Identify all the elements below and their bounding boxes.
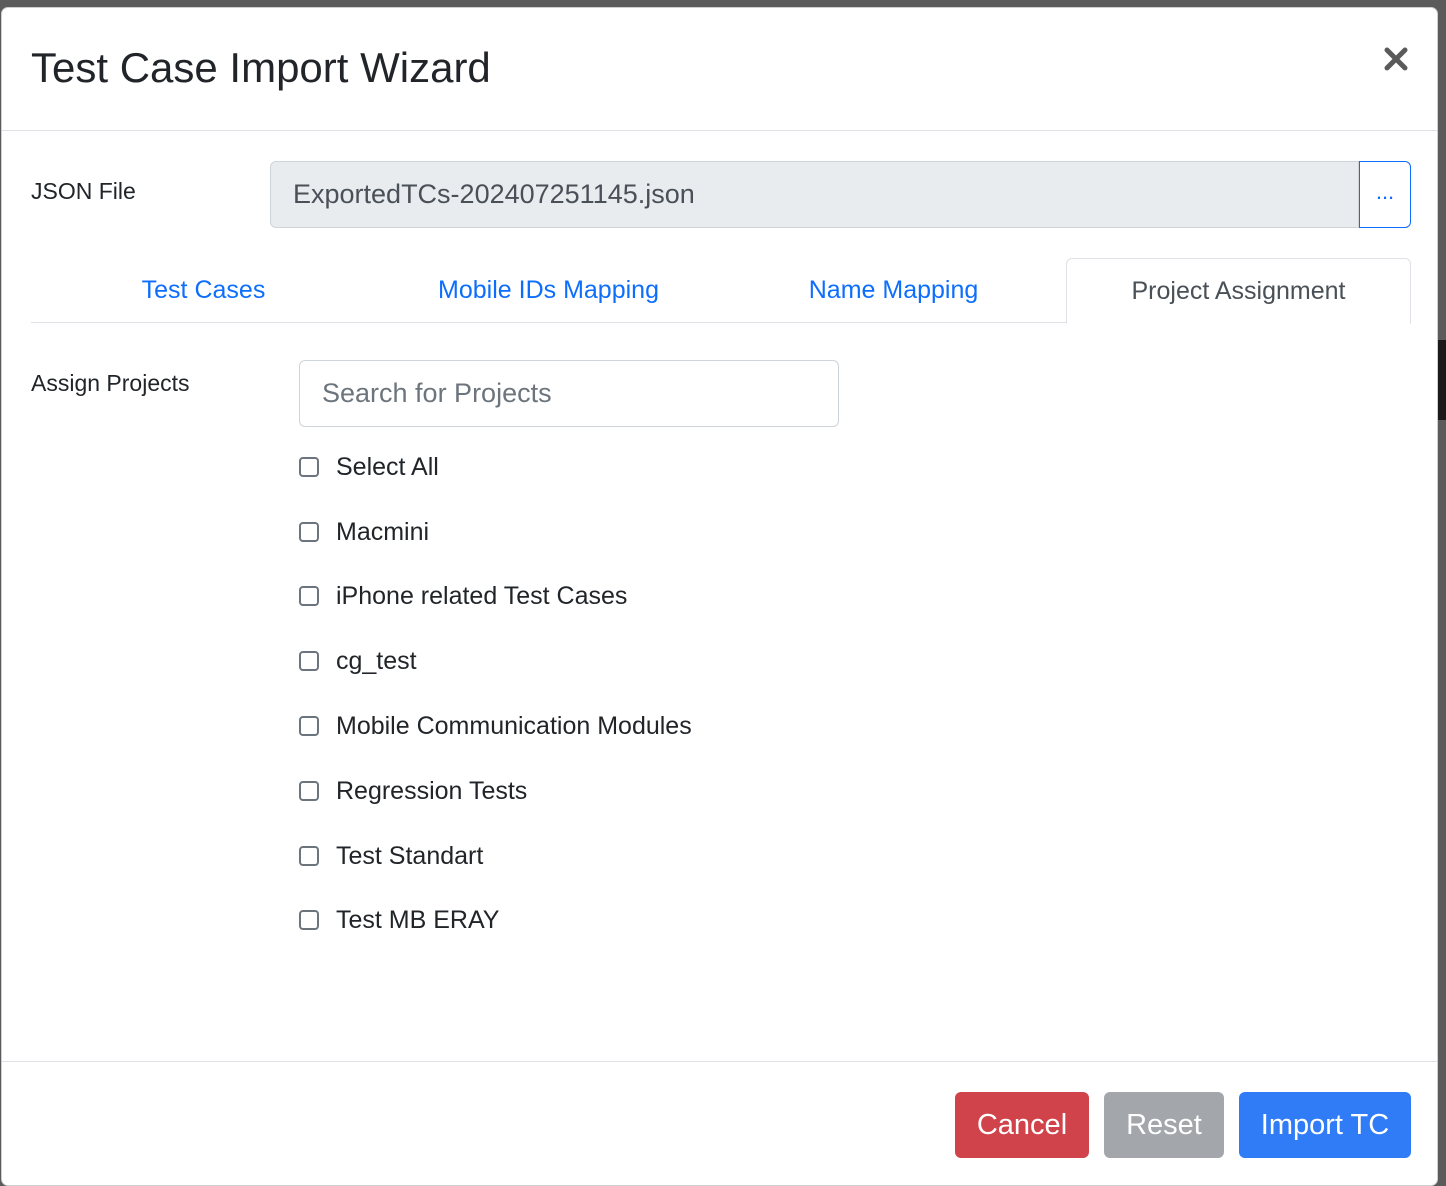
import-tc-button[interactable]: Import TC [1239,1092,1411,1158]
checkbox[interactable] [299,910,319,930]
tab-name-mapping[interactable]: Name Mapping [721,258,1066,323]
checkbox-item-project[interactable]: Test Standart [299,836,483,876]
project-search-input[interactable] [299,360,839,427]
tab-mobile-ids-mapping[interactable]: Mobile IDs Mapping [376,258,721,323]
cancel-button[interactable]: Cancel [955,1092,1089,1158]
checkbox-item-project[interactable]: Test MB ERAY [299,900,499,940]
checkbox-item-project[interactable]: cg_test [299,641,417,681]
browse-file-button[interactable]: ... [1359,161,1411,228]
checkbox[interactable] [299,651,319,671]
checkbox-label: iPhone related Test Cases [336,581,628,610]
checkbox-label: Regression Tests [336,776,528,805]
modal-header: Test Case Import Wizard [2,8,1437,131]
checkbox[interactable] [299,716,319,736]
checkbox-label: Select All [336,452,439,481]
close-icon [1384,47,1408,71]
close-button[interactable] [1379,42,1413,76]
import-wizard-modal: Test Case Import Wizard JSON File Export… [1,7,1438,1186]
tab-project-assignment[interactable]: Project Assignment [1066,258,1411,324]
checkbox-label: Test MB ERAY [336,905,500,934]
checkbox-item-project[interactable]: Mobile Communication Modules [299,706,692,746]
assign-projects-label: Assign Projects [31,370,190,396]
checkbox[interactable] [299,586,319,606]
json-file-label: JSON File [31,178,136,204]
checkbox[interactable] [299,846,319,866]
checkbox-item-project[interactable]: Macmini [299,512,429,552]
checkbox-label: cg_test [336,646,417,675]
checkbox[interactable] [299,781,319,801]
checkbox-label: Mobile Communication Modules [336,711,692,740]
reset-button[interactable]: Reset [1104,1092,1224,1158]
checkbox-item-select-all[interactable]: Select All [299,447,439,487]
checkbox-label: Macmini [336,517,430,546]
checkbox-label: Test Standart [336,841,484,870]
checkbox-item-project[interactable]: iPhone related Test Cases [299,576,627,616]
checkbox-item-project[interactable]: Regression Tests [299,771,527,811]
modal-title: Test Case Import Wizard [31,44,491,91]
tab-test-cases[interactable]: Test Cases [31,258,376,323]
checkbox[interactable] [299,457,319,477]
modal-footer: Cancel Reset Import TC [2,1061,1437,1186]
json-file-field[interactable]: ExportedTCs-202407251145.json [270,161,1359,228]
checkbox[interactable] [299,522,319,542]
wizard-tabs: Test Cases Mobile IDs Mapping Name Mappi… [31,258,1411,324]
